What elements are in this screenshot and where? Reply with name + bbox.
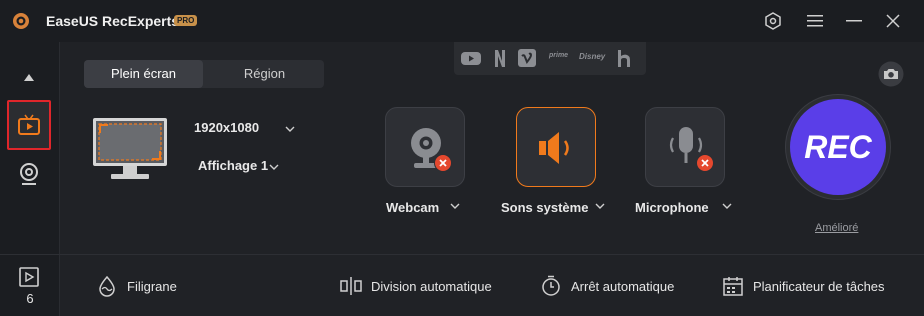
recordings-list-button[interactable]: 6	[0, 254, 60, 316]
triangle-up-icon	[24, 74, 34, 81]
speaker-icon	[539, 132, 569, 164]
menu-button[interactable]	[804, 10, 826, 32]
title-bar: EaseUS RecExperts PRO	[0, 0, 924, 42]
vimeo-icon[interactable]	[518, 49, 536, 67]
settings-button[interactable]	[762, 10, 784, 32]
tv-screen-icon	[18, 114, 40, 135]
webcam-icon	[20, 163, 38, 185]
hamburger-menu-icon	[807, 15, 823, 27]
auto-stop-label: Arrêt automatique	[571, 278, 675, 294]
chevron-down-icon[interactable]	[449, 202, 461, 210]
webcam-label[interactable]: Webcam	[386, 200, 439, 215]
main-panel: Plein écran Région prime Disney 1920x108…	[60, 42, 924, 254]
camera-icon	[878, 61, 904, 87]
minimize-button[interactable]	[843, 10, 865, 32]
rec-label: REC	[804, 128, 872, 165]
monitor-dropdown[interactable]	[268, 158, 280, 176]
bottom-toolbar: Filigrane Division automatique Arrêt aut…	[60, 254, 924, 316]
calendar-icon	[723, 277, 743, 296]
tab-full-screen[interactable]: Plein écran	[84, 60, 203, 88]
minimize-icon	[846, 20, 862, 22]
auto-split-button[interactable]: Division automatique	[340, 255, 492, 316]
watermark-label: Filigrane	[127, 278, 177, 294]
task-scheduler-button[interactable]: Planificateur de tâches	[722, 255, 885, 316]
watermark-drop-icon	[99, 275, 115, 297]
disney-icon[interactable]: Disney	[579, 52, 605, 61]
monitor-select-label[interactable]: Affichage 1	[198, 158, 268, 173]
rec-button[interactable]: REC	[790, 99, 886, 195]
close-button[interactable]	[882, 10, 904, 32]
hulu-icon[interactable]	[617, 49, 631, 67]
webcam-toggle-button[interactable]	[385, 107, 465, 187]
youtube-icon[interactable]	[461, 51, 481, 66]
screenshot-button[interactable]	[878, 61, 904, 92]
tab-region[interactable]: Région	[205, 60, 324, 88]
streaming-presets: prime Disney	[454, 42, 646, 75]
watermark-button[interactable]: Filigrane	[96, 255, 177, 316]
netflix-icon[interactable]	[494, 49, 506, 68]
app-title: EaseUS RecExperts	[46, 13, 180, 29]
timer-icon	[542, 275, 560, 296]
app-logo-icon	[13, 13, 29, 29]
collapse-sidebar-button[interactable]	[22, 70, 36, 88]
video-file-icon	[19, 267, 39, 287]
sidebar-item-screen-record[interactable]	[7, 100, 51, 150]
microphone-label[interactable]: Microphone	[635, 200, 709, 215]
task-scheduler-label: Planificateur de tâches	[753, 278, 885, 294]
resolution-label: 1920x1080	[194, 120, 260, 135]
disabled-x-icon	[696, 154, 714, 172]
auto-split-label: Division automatique	[371, 278, 492, 294]
split-icon	[340, 277, 362, 295]
disabled-x-icon	[434, 154, 452, 172]
resolution-dropdown[interactable]	[284, 120, 296, 138]
system-sound-label[interactable]: Sons système	[501, 200, 588, 215]
prime-icon[interactable]: prime	[549, 52, 568, 59]
microphone-toggle-button[interactable]	[645, 107, 725, 187]
chevron-down-icon[interactable]	[594, 202, 606, 210]
system-sound-toggle-button[interactable]	[516, 107, 596, 187]
sidebar-item-webcam[interactable]	[18, 162, 40, 191]
settings-hexagon-icon	[765, 12, 781, 30]
recording-mode-link[interactable]: Amélioré	[815, 222, 858, 234]
chevron-down-icon[interactable]	[721, 202, 733, 210]
close-icon	[886, 14, 900, 28]
chevron-down-icon	[269, 164, 279, 170]
auto-stop-button[interactable]: Arrêt automatique	[540, 255, 674, 316]
pro-badge: PRO	[174, 15, 198, 26]
mode-tabs: Plein écran Région	[84, 60, 324, 88]
recordings-count: 6	[26, 291, 34, 306]
monitor-preview-icon	[93, 118, 167, 179]
chevron-down-icon	[285, 126, 295, 132]
